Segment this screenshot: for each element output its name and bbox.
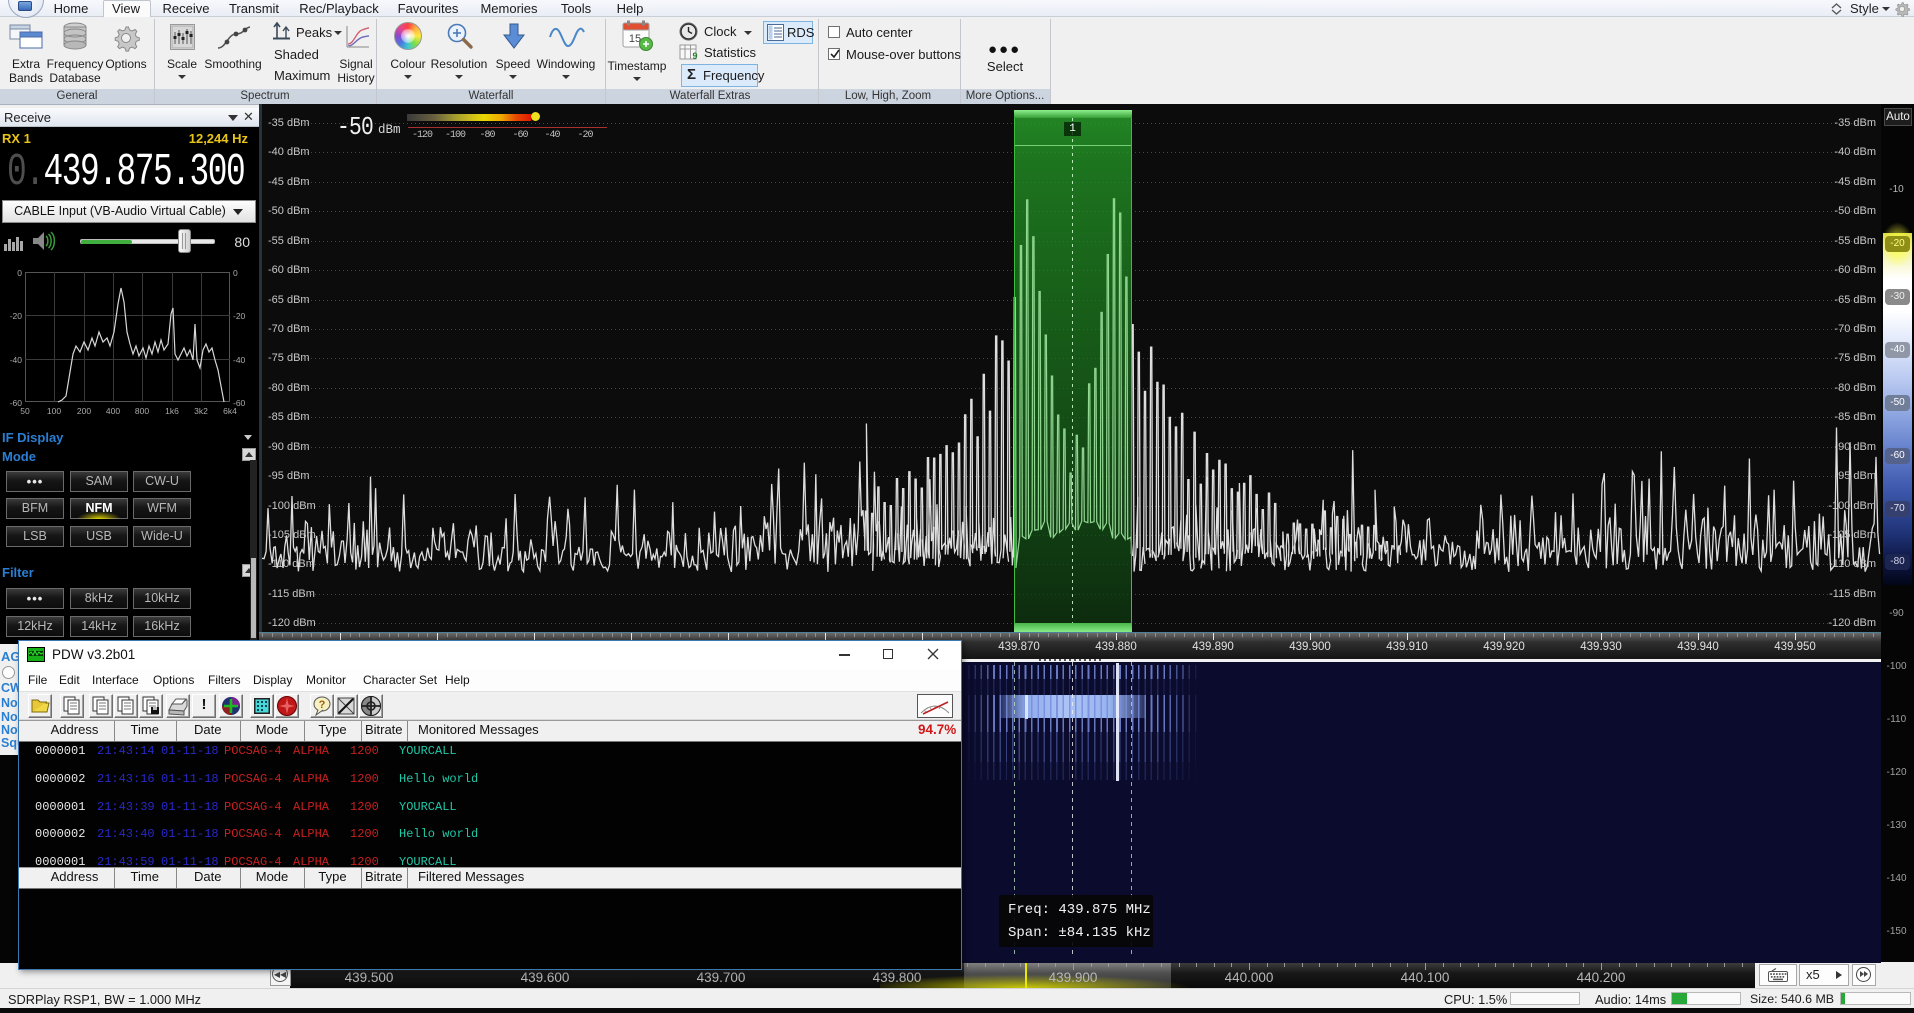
svg-text:?: ? (319, 699, 326, 711)
